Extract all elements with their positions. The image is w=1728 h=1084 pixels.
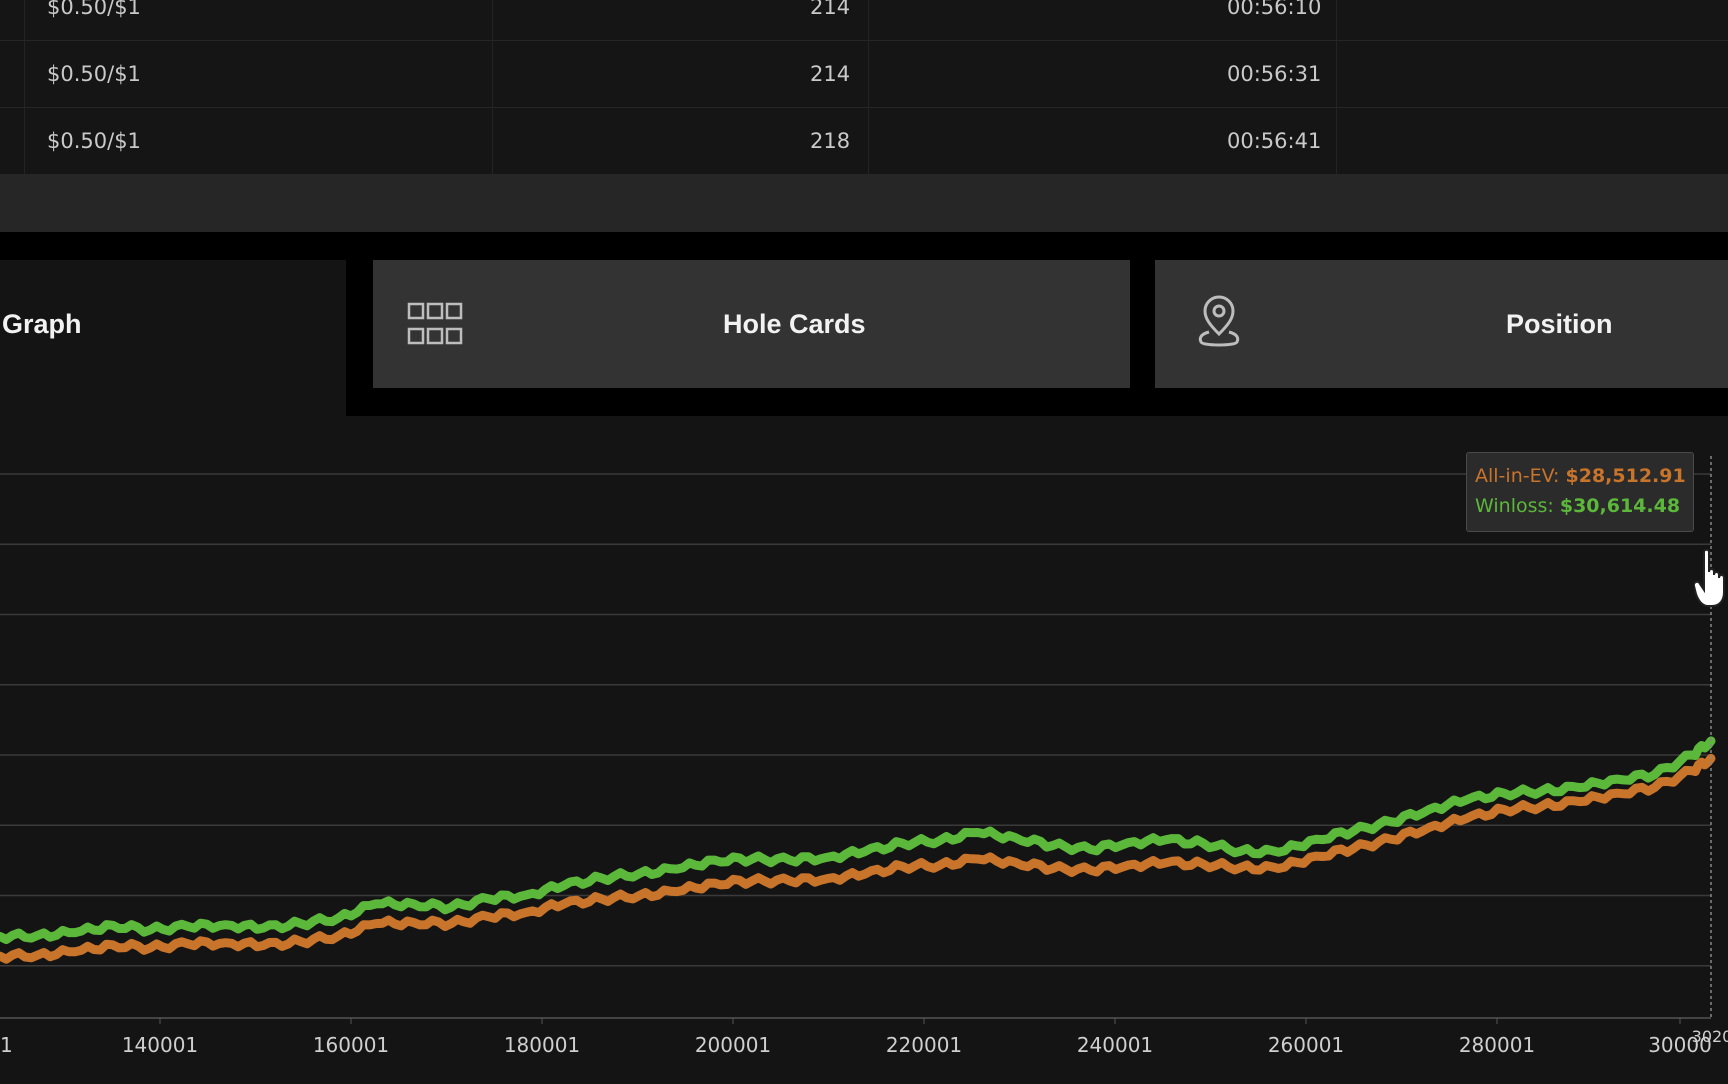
tooltip-winloss-label: Winloss: [1475, 495, 1554, 517]
gridlines [0, 473, 1711, 1019]
time-cell: 00:56:31 [1227, 62, 1322, 86]
x-tick-label: 180001 [504, 1033, 580, 1057]
x-tick-label: 280001 [1459, 1033, 1535, 1057]
report-tabs: Graph Hole Cards Position [0, 232, 1728, 416]
x-tick-label: 140001 [122, 1033, 198, 1057]
tooltip-winloss-value: $30,614.48 [1559, 495, 1681, 517]
table-row[interactable]: $0.50/$1 214 00:56:31 [0, 41, 1728, 108]
x-tick-label: 160001 [313, 1033, 389, 1057]
chart-tooltip: All-in-EV: $28,512.91 Winloss: $30,614.4… [1466, 452, 1694, 532]
table-row[interactable]: $0.50/$1 214 00:56:10 [0, 0, 1728, 41]
tab-hole-cards[interactable]: Hole Cards [373, 260, 1130, 388]
tab-graph[interactable]: Graph [0, 260, 346, 416]
x-tick-label: 3020 [1692, 1027, 1728, 1046]
tooltip-ev-value: $28,512.91 [1565, 465, 1686, 487]
hands-table: $0.50/$1 214 00:56:10 $0.50/$1 214 00:56… [0, 0, 1728, 175]
winloss-series-line [0, 736, 1716, 944]
stakes-cell: $0.50/$1 [47, 0, 141, 19]
x-tick-label: 240001 [1077, 1033, 1153, 1057]
tooltip-ev: All-in-EV: $28,512.91 [1475, 465, 1686, 487]
time-cell: 00:56:41 [1227, 129, 1322, 153]
x-tick-label: 1 [0, 1033, 13, 1057]
tooltip-winloss: Winloss: $30,614.48 [1475, 495, 1680, 517]
x-tick-label: 200001 [695, 1033, 771, 1057]
grid-icon [407, 302, 463, 350]
series-group [0, 736, 1716, 964]
hands-cell: 214 [810, 62, 851, 86]
map-pin-icon [1195, 294, 1243, 354]
tab-position[interactable]: Position [1155, 260, 1728, 388]
x-tick-label: 220001 [886, 1033, 962, 1057]
tab-hole-cards-label: Hole Cards [723, 309, 866, 339]
stakes-cell: $0.50/$1 [47, 62, 141, 86]
hands-cell: 214 [810, 0, 851, 19]
tab-position-label: Position [1506, 309, 1613, 339]
hands-cell: 218 [810, 129, 851, 153]
hand-cursor-icon [1692, 548, 1728, 612]
table-row[interactable]: $0.50/$1 218 00:56:41 [0, 108, 1728, 175]
tab-graph-label: Graph [2, 309, 82, 339]
time-cell: 00:56:10 [1227, 0, 1322, 19]
table-footer-bar [0, 174, 1728, 232]
x-axis-ticks: 1 140001 160001 180001 200001 220001 240001 260… [0, 1018, 1728, 1057]
tooltip-ev-label: All-in-EV: [1475, 465, 1560, 487]
x-tick-label: 260001 [1268, 1033, 1344, 1057]
stakes-cell: $0.50/$1 [47, 129, 141, 153]
